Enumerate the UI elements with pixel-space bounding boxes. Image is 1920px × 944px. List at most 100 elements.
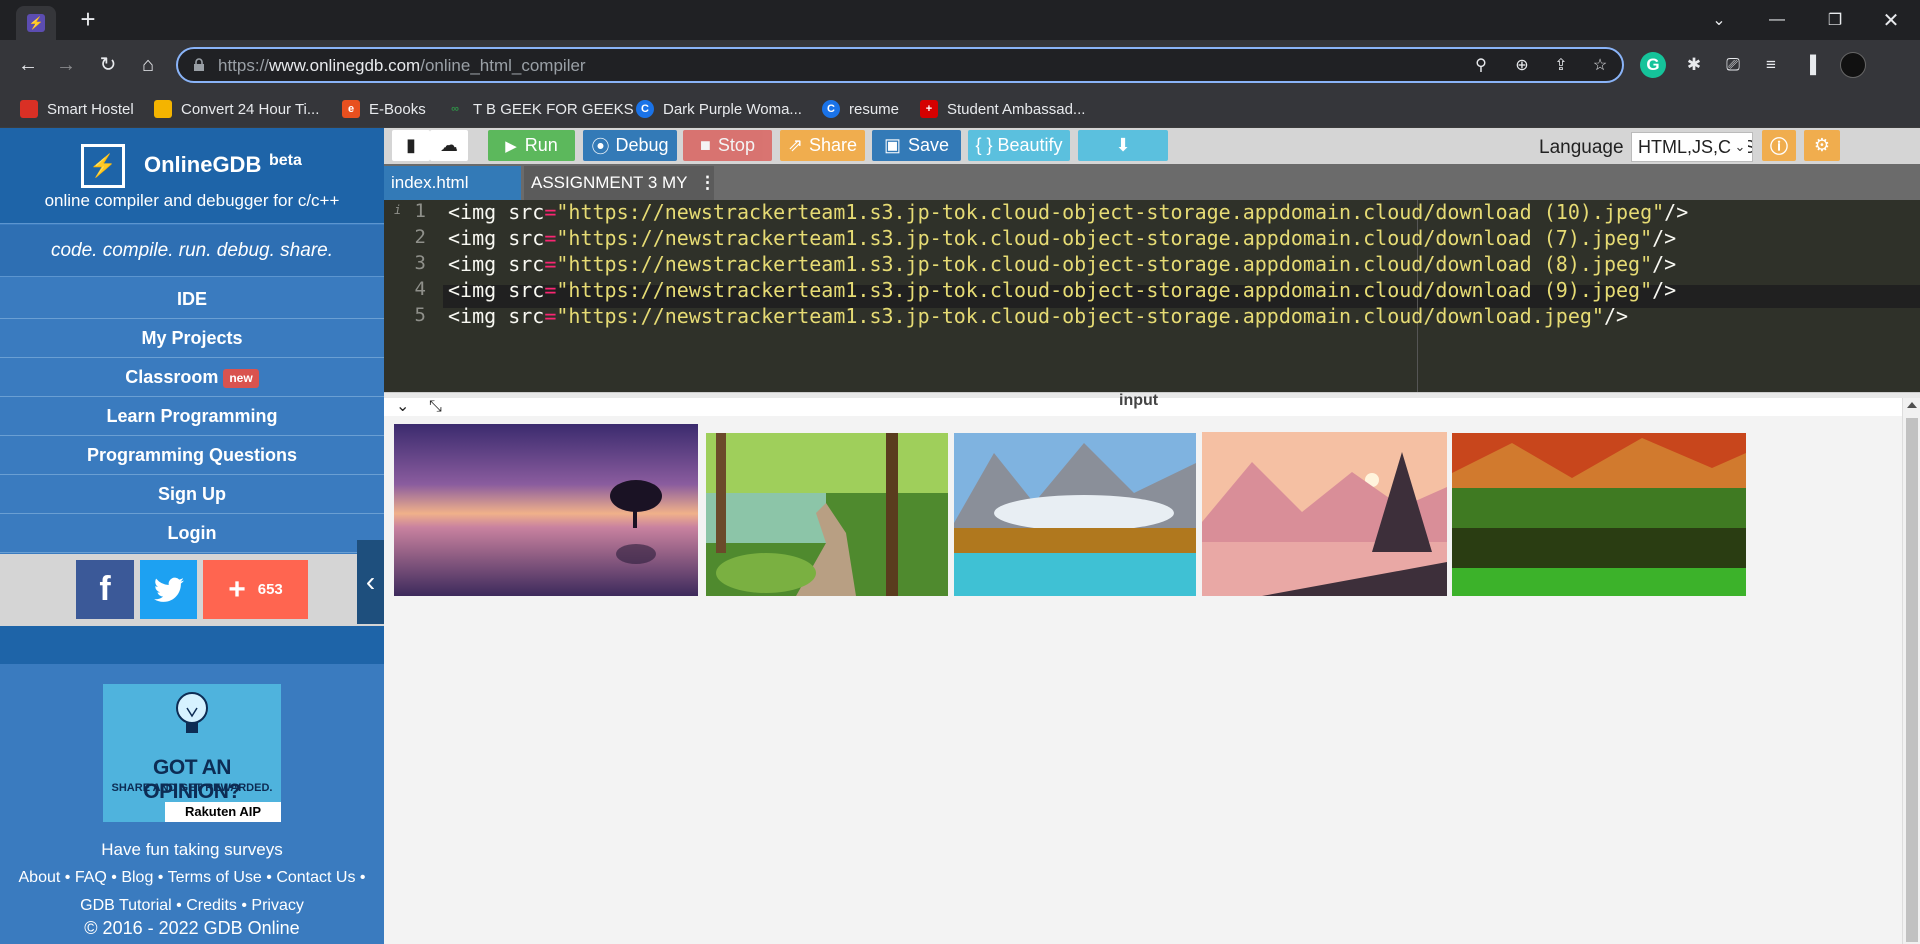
tab-index-html[interactable]: index.html <box>384 166 521 200</box>
reload-icon[interactable]: ↻ <box>94 51 122 79</box>
language-select[interactable]: HTML,JS,CSS ⌄ <box>1631 132 1753 162</box>
close-window-icon[interactable]: ✕ <box>1862 0 1920 40</box>
tab-search-icon[interactable]: ⌄ <box>1690 0 1748 40</box>
sidebar-item-my-projects[interactable]: My Projects <box>0 319 384 358</box>
search-icon[interactable]: ⚲ <box>1470 55 1492 77</box>
upload-button[interactable]: ☁ <box>430 130 468 161</box>
sidebar-item-programming-questions[interactable]: Programming Questions <box>0 436 384 475</box>
address-bar[interactable]: https://www.onlinegdb.com/online_html_co… <box>176 47 1624 83</box>
cloud-upload-icon: ☁ <box>440 135 458 155</box>
extensions-icon[interactable]: ✱ <box>1681 52 1707 78</box>
sidebar-item-learn-programming[interactable]: Learn Programming <box>0 397 384 436</box>
student-icon: + <box>920 100 938 118</box>
cast-icon[interactable]: ⎚ <box>1720 52 1746 78</box>
back-icon[interactable]: ← <box>14 51 42 79</box>
calendar-icon <box>154 100 172 118</box>
code-line[interactable]: <img src="https://newstrackerteam1.s3.jp… <box>448 278 1676 302</box>
footer-link-privacy[interactable]: Privacy <box>251 897 303 914</box>
code-line[interactable]: <img src="https://newstrackerteam1.s3.jp… <box>448 252 1676 276</box>
footer-link-gdb-tutorial[interactable]: GDB Tutorial <box>80 897 172 914</box>
lock-icon <box>194 58 204 71</box>
code-line[interactable]: <img src="https://newstrackerteam1.s3.jp… <box>448 200 1688 224</box>
addthis-share-button[interactable]: +653 <box>203 560 308 619</box>
restore-icon[interactable]: ❐ <box>1806 0 1864 40</box>
info-icon: ⓘ <box>1770 136 1788 157</box>
sidebar-item-login[interactable]: Login <box>0 514 384 553</box>
download-icon: ⬇ <box>1115 135 1131 155</box>
canva-icon: C <box>822 100 840 118</box>
footer-link-faq[interactable]: FAQ <box>75 869 107 886</box>
footer-link-terms[interactable]: Terms of Use <box>168 869 262 886</box>
debug-button[interactable]: ⦿ Debug <box>583 130 677 161</box>
stop-button[interactable]: ■ Stop <box>683 130 772 161</box>
share-count: 653 <box>257 581 283 598</box>
bookmark-item[interactable]: Smart Hostel <box>20 98 134 120</box>
scrollbar-thumb[interactable] <box>1906 418 1918 942</box>
minimize-panel-icon[interactable]: ⤡ <box>429 398 442 416</box>
scroll-up-icon[interactable] <box>1907 402 1917 408</box>
new-file-button[interactable]: ▮ <box>392 130 430 161</box>
share-button[interactable]: ⇗ Share <box>780 130 865 161</box>
facebook-icon[interactable]: f <box>76 560 134 619</box>
more-vertical-icon[interactable]: ⋮ <box>699 166 716 200</box>
ad-banner[interactable]: GOT AN OPINION? SHARE AND GET REWARDED. … <box>103 684 281 822</box>
download-button[interactable]: ⬇ <box>1078 130 1168 161</box>
url-text[interactable]: https://www.onlinegdb.com/online_html_co… <box>218 56 586 76</box>
home-icon[interactable]: ⌂ <box>134 51 162 79</box>
twitter-icon[interactable] <box>140 560 197 619</box>
save-button[interactable]: ▣ Save <box>872 130 961 161</box>
info-button[interactable]: ⓘ <box>1762 130 1796 161</box>
browser-tab[interactable]: ⚡ <box>16 6 56 40</box>
preview-image-forest-path <box>706 433 948 596</box>
grammarly-icon[interactable]: G <box>1640 52 1666 78</box>
output-header: ⌄ ⤡ input <box>384 392 1920 416</box>
bookmark-item[interactable]: C Dark Purple Woma... <box>636 98 802 120</box>
settings-button[interactable]: ⚙ <box>1804 130 1840 161</box>
canva-icon: C <box>636 100 654 118</box>
line-number: 1 <box>414 200 426 222</box>
onlinegdb-favicon-icon: ⚡ <box>27 14 45 32</box>
preview-image-autumn-lake <box>1452 433 1746 596</box>
chevron-down-icon[interactable]: ⌄ <box>396 398 409 416</box>
media-control-icon[interactable]: ≡ <box>1758 52 1784 78</box>
sidebar-item-ide[interactable]: IDE <box>0 280 384 319</box>
footer-links: About • FAQ • Blog • Terms of Use • Cont… <box>18 869 366 914</box>
browser-tabstrip: ⚡ + ⌄ — ❐ ✕ <box>0 0 1920 40</box>
new-tab-icon[interactable]: + <box>74 6 102 34</box>
social-share-bar: f +653 <box>0 554 384 626</box>
bookmark-item[interactable]: + Student Ambassad... <box>920 98 1085 120</box>
bookmark-item[interactable]: Cresume <box>822 98 899 120</box>
bookmark-item[interactable]: e E-Books <box>342 98 426 120</box>
code-editor[interactable]: i 1 <img src="https://newstrackerteam1.s… <box>384 200 1920 392</box>
minimize-icon[interactable]: — <box>1748 0 1806 40</box>
bookmark-star-icon[interactable]: ☆ <box>1589 55 1611 77</box>
preview-image-mountain-lake <box>954 433 1196 596</box>
code-line[interactable]: <img src="https://newstrackerteam1.s3.jp… <box>448 304 1628 328</box>
ide: ▮ ☁ ▶ Run ⦿ Debug ■ Stop ⇗ Share ▣ Save { } B… <box>384 128 1920 944</box>
ide-toolbar: ▮ ☁ ▶ Run ⦿ Debug ■ Stop ⇗ Share ▣ Save { } B… <box>384 128 1920 164</box>
bookmark-item[interactable]: ∞ T B GEEK FOR GEEKS <box>446 98 634 120</box>
footer-link-credits[interactable]: Credits <box>186 897 237 914</box>
side-panel-icon[interactable]: ▐ <box>1797 52 1823 78</box>
debug-icon: ⦿ <box>591 136 610 157</box>
footer-link-blog[interactable]: Blog <box>121 869 153 886</box>
zoom-icon[interactable]: ⊕ <box>1511 55 1533 77</box>
beautify-button[interactable]: { } Beautify <box>968 130 1070 161</box>
tab-assignment[interactable]: ASSIGNMENT 3 MY ⋮ <box>524 166 716 200</box>
input-label: input <box>1119 392 1159 409</box>
forward-icon[interactable]: → <box>52 51 80 79</box>
sidebar-item-sign-up[interactable]: Sign Up <box>0 475 384 514</box>
share-page-icon[interactable]: ⇪ <box>1550 55 1572 77</box>
copyright: © 2016 - 2022 GDB Online <box>84 918 300 938</box>
profile-avatar[interactable] <box>1840 52 1866 78</box>
bookmark-item[interactable]: Convert 24 Hour Ti... <box>154 98 319 120</box>
output-scrollbar[interactable] <box>1902 398 1920 944</box>
code-line[interactable]: <img src="https://newstrackerteam1.s3.jp… <box>448 226 1676 250</box>
footer-link-contact[interactable]: Contact Us <box>276 869 355 886</box>
brand-header[interactable]: ⚡ OnlineGDB beta online compiler and deb… <box>0 128 384 224</box>
run-button[interactable]: ▶ Run <box>488 130 575 161</box>
bookmarks-bar: Smart Hostel Convert 24 Hour Ti... e E-Bo… <box>0 90 1920 128</box>
collapse-sidebar-button[interactable]: ‹ <box>357 540 384 624</box>
sidebar-item-classroom[interactable]: Classroom new <box>0 358 384 397</box>
footer-link-about[interactable]: About <box>19 869 61 886</box>
